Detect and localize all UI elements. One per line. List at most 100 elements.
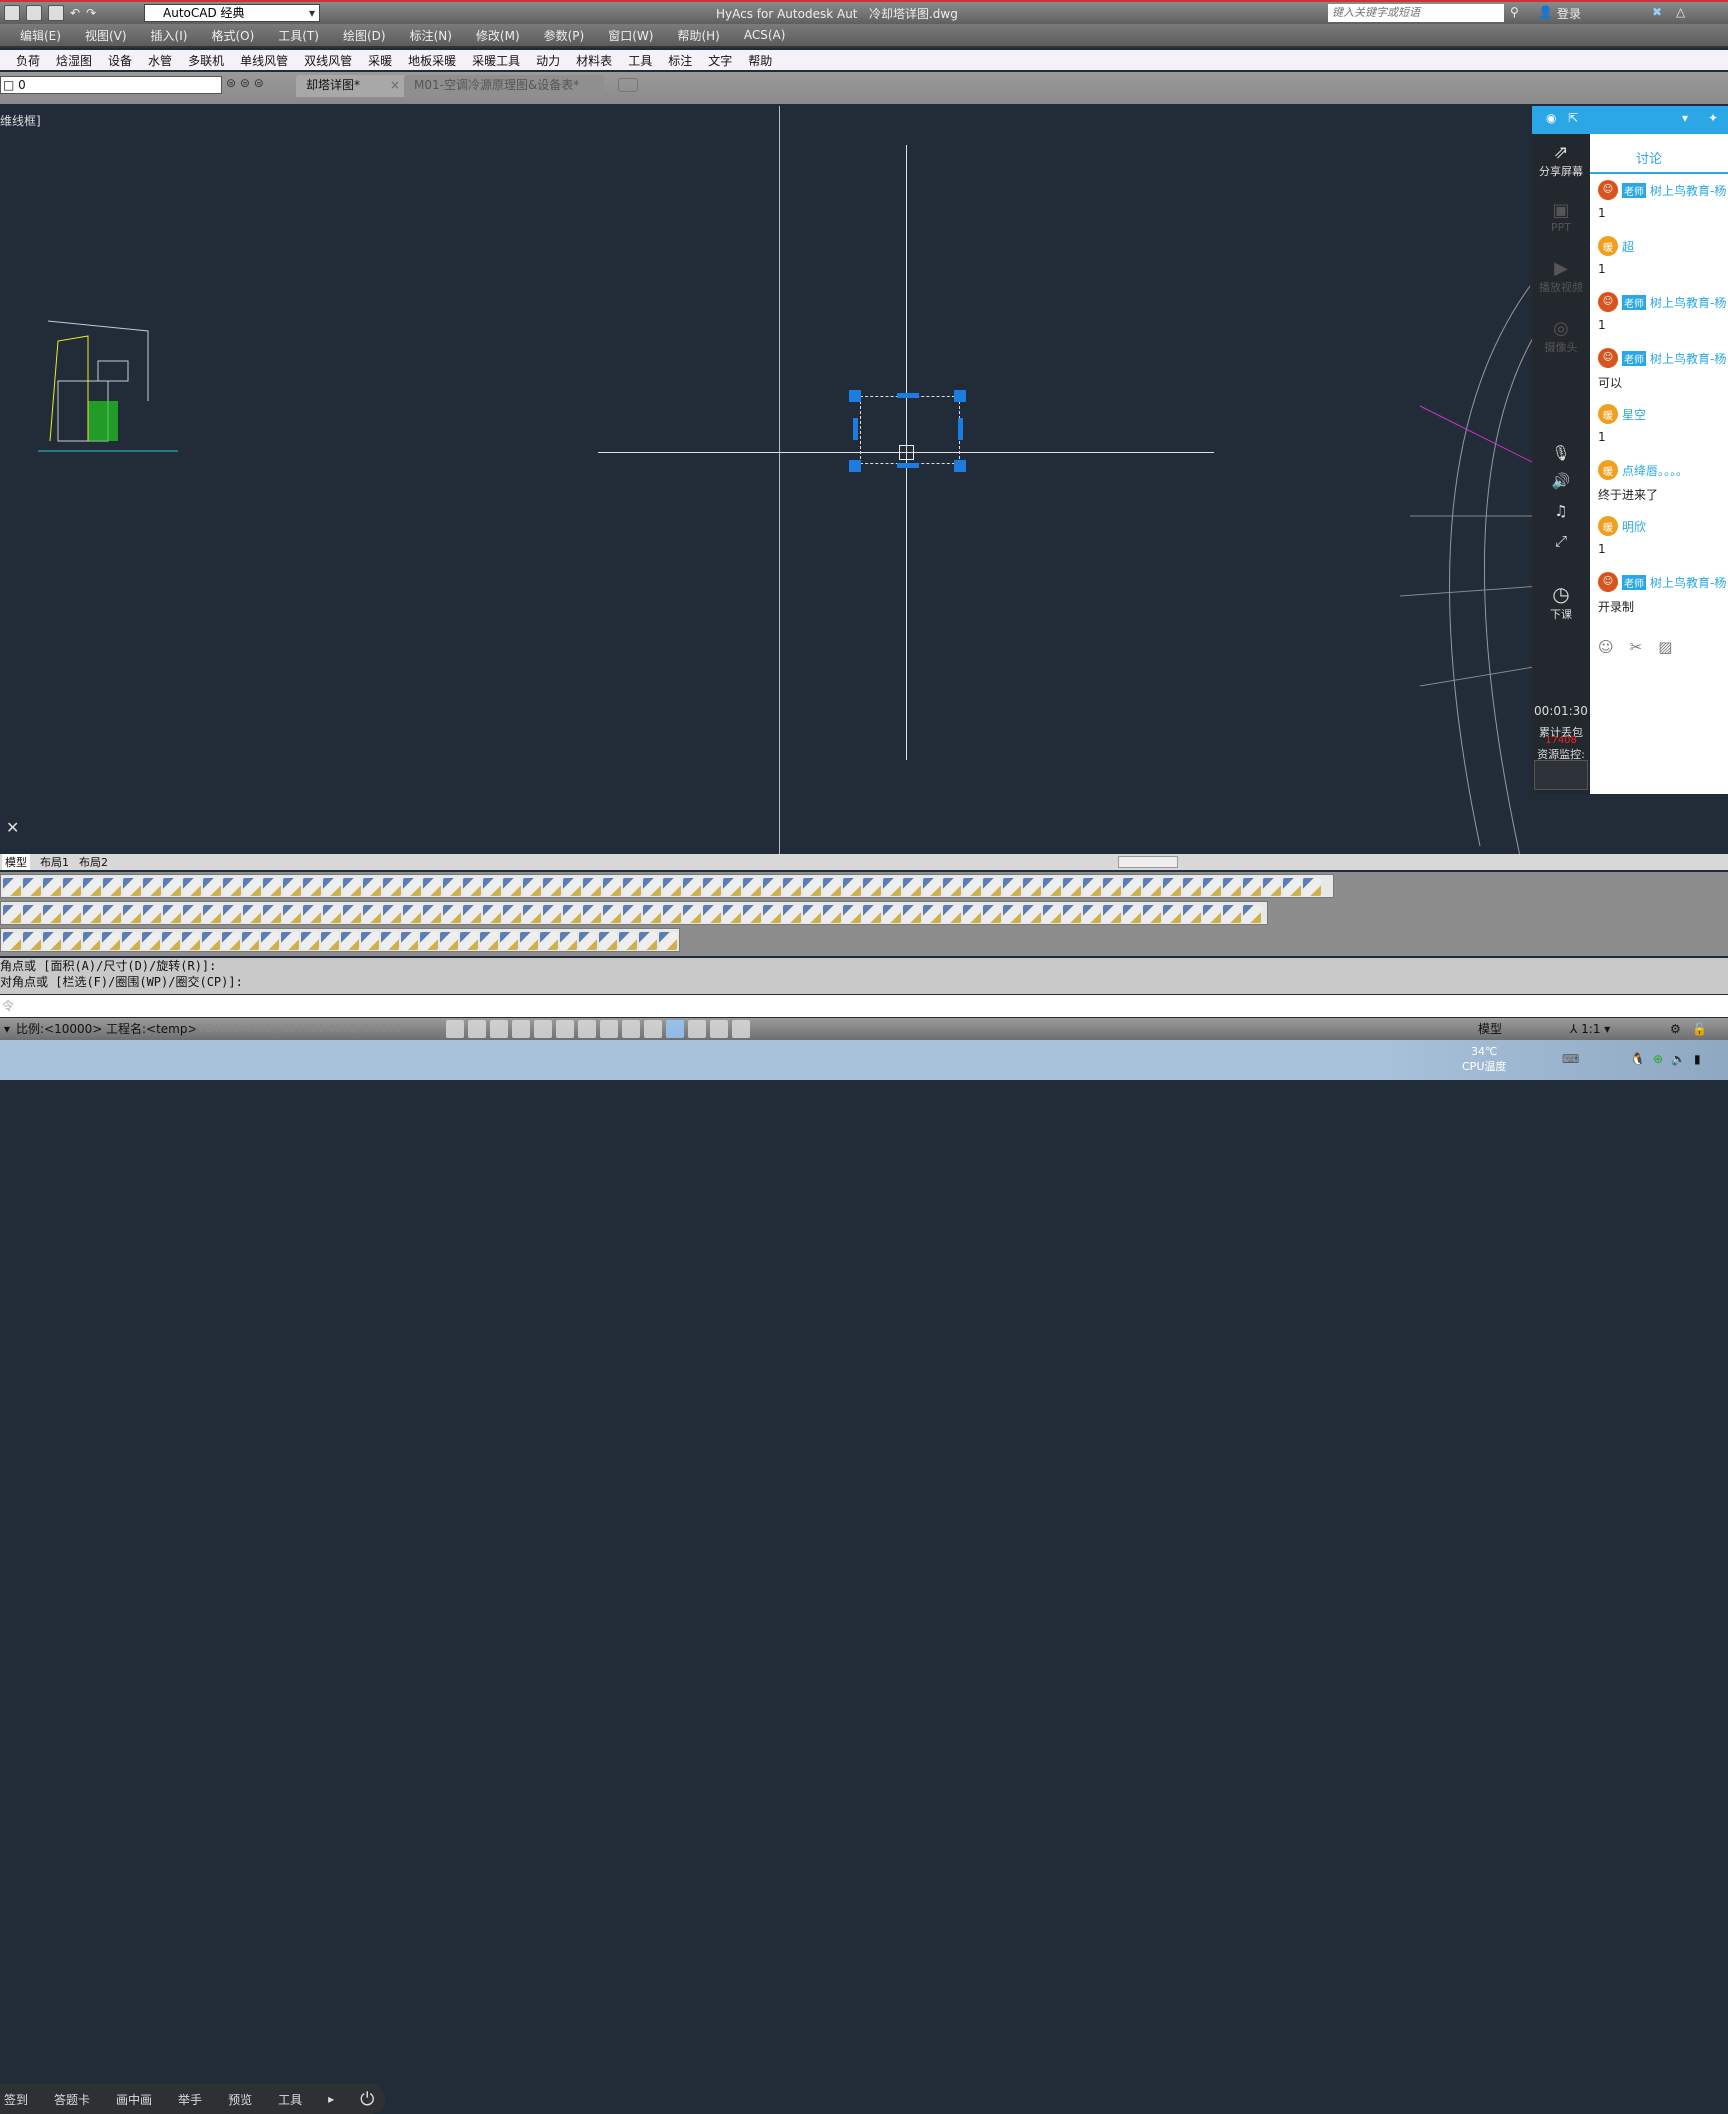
toolbar-tool-icon[interactable]: [143, 905, 161, 923]
otrack-toggle-icon[interactable]: [556, 1020, 574, 1038]
image-icon[interactable]: ▨: [1658, 638, 1672, 656]
toolbar-tool-icon[interactable]: [843, 878, 861, 896]
toolbar-tool-icon[interactable]: [1163, 878, 1181, 896]
network-icon[interactable]: ▮: [1694, 1052, 1701, 1066]
toolbar-tool-icon[interactable]: [523, 905, 541, 923]
toolbar-tool-icon[interactable]: [883, 905, 901, 923]
toolbar-tool-icon[interactable]: [263, 905, 281, 923]
toolbar-tool-icon[interactable]: [463, 905, 481, 923]
grip-bottom-mid[interactable]: [897, 463, 919, 468]
toolbar-tool-icon[interactable]: [623, 905, 641, 923]
toolbar-tool-icon[interactable]: [463, 878, 481, 896]
transparency-toggle-icon[interactable]: [644, 1020, 662, 1038]
toolbar-tool-icon[interactable]: [1203, 905, 1221, 923]
user-name[interactable]: 超: [1622, 240, 1634, 254]
toolbar-tool-icon[interactable]: [1283, 878, 1301, 896]
toolbar-tool-icon[interactable]: [579, 932, 598, 950]
toolbar-tool-icon[interactable]: [883, 878, 901, 896]
toolbar-tool-icon[interactable]: [63, 905, 81, 923]
toolbar-tool-icon[interactable]: [103, 878, 121, 896]
save-icon[interactable]: [4, 5, 20, 21]
toolbar-tool-icon[interactable]: [1263, 878, 1281, 896]
toolbar-tool-icon[interactable]: [162, 932, 180, 950]
toolbar-tool-icon[interactable]: [43, 905, 61, 923]
share-screen-button[interactable]: ⇗ 分享屏幕: [1532, 142, 1590, 179]
menu-item[interactable]: 窗口(W): [608, 27, 669, 44]
toolbar-tool-icon[interactable]: [1243, 905, 1261, 923]
toolbar-tool-icon[interactable]: [963, 905, 981, 923]
plugin-menu-item[interactable]: 地板采暖: [408, 52, 456, 69]
user-name[interactable]: 树上鸟教育-杨: [1650, 184, 1726, 198]
plugin-menu-item[interactable]: 工具: [628, 52, 652, 69]
toolbar-tool-icon[interactable]: [603, 878, 621, 896]
menu-item[interactable]: 帮助(H): [677, 27, 735, 44]
grip-top-mid[interactable]: [897, 393, 919, 398]
toolbar-tool-icon[interactable]: [923, 878, 941, 896]
toolbar-tool-icon[interactable]: [443, 905, 461, 923]
toolbar-tool-icon[interactable]: [1023, 905, 1041, 923]
grip-right-mid[interactable]: [958, 418, 963, 440]
emoji-icon[interactable]: ☺: [1598, 638, 1614, 656]
toolbar-tool-icon[interactable]: [1063, 905, 1081, 923]
toolbar-tool-icon[interactable]: [3, 905, 21, 923]
toolbar-tool-icon[interactable]: [321, 932, 339, 950]
toolbar-tool-icon[interactable]: [460, 932, 478, 950]
toolbar-tool-icon[interactable]: [823, 878, 841, 896]
toolbar-tool-icon[interactable]: [403, 905, 421, 923]
toolbar-tool-icon[interactable]: [599, 932, 618, 950]
toolbar-tool-icon[interactable]: [1243, 878, 1261, 896]
layer-tools-icon[interactable]: ⊜ ⊜ ⊜: [226, 76, 264, 90]
class-tool-button[interactable]: 签到: [4, 2091, 28, 2108]
qp-toggle-icon[interactable]: [688, 1020, 706, 1038]
toolbar-tool-icon[interactable]: [403, 878, 421, 896]
polar-toggle-icon[interactable]: [512, 1020, 530, 1038]
model-button[interactable]: 模型: [1478, 1018, 1502, 1040]
gear-icon[interactable]: ⚙: [1670, 1018, 1681, 1040]
grip-bottom-left[interactable]: [849, 460, 861, 472]
toolbar-tool-icon[interactable]: [503, 905, 521, 923]
undo-icon[interactable]: ↶: [70, 6, 80, 20]
dyn-toggle-icon[interactable]: [600, 1020, 618, 1038]
toolbar-tool-icon[interactable]: [243, 905, 261, 923]
toolbar-tool-icon[interactable]: [683, 878, 701, 896]
keyboard-icon[interactable]: ⌨: [1562, 1052, 1579, 1066]
toolbar-tool-icon[interactable]: [123, 878, 141, 896]
speaker-icon[interactable]: 🔊: [1532, 472, 1590, 490]
toolbar-tool-icon[interactable]: [1003, 878, 1021, 896]
menu-item[interactable]: 修改(M): [476, 27, 536, 44]
toolbar-tool-icon[interactable]: [943, 905, 961, 923]
toolbar-tool-icon[interactable]: [519, 932, 538, 950]
toolbar-tool-icon[interactable]: [903, 905, 921, 923]
ortho-toggle-icon[interactable]: [490, 1020, 508, 1038]
share-icon[interactable]: ⇱: [1568, 111, 1578, 125]
menu-item[interactable]: 格式(O): [211, 27, 270, 44]
end-class-button[interactable]: ◷ 下课: [1532, 582, 1590, 622]
autodesk-icon[interactable]: △: [1676, 5, 1685, 19]
toolbar-tool-icon[interactable]: [619, 932, 637, 950]
toolbar-tool-icon[interactable]: [62, 932, 81, 950]
toolbar-tool-icon[interactable]: [563, 878, 581, 896]
toolbar-tool-icon[interactable]: [703, 878, 721, 896]
ppt-button[interactable]: ▣ PPT: [1532, 200, 1590, 234]
toolbar-tool-icon[interactable]: [243, 878, 261, 896]
plugin-menu-item[interactable]: 采暖工具: [472, 52, 520, 69]
class-tool-button[interactable]: 答题卡: [54, 2091, 90, 2108]
toolbar-tool-icon[interactable]: [1223, 905, 1241, 923]
plugin-menu-item[interactable]: 负荷: [16, 52, 40, 69]
toolbar-tool-icon[interactable]: [3, 932, 21, 950]
toolbar-tool-icon[interactable]: [583, 905, 601, 923]
plus-icon[interactable]: [732, 1020, 750, 1038]
menu-item[interactable]: ACS(A): [744, 28, 802, 42]
user-name[interactable]: 点绛唇。。。。: [1622, 464, 1688, 478]
toolbar-tool-icon[interactable]: [163, 878, 181, 896]
toolbar-tool-icon[interactable]: [639, 932, 657, 950]
toolbar-tool-icon[interactable]: [483, 878, 501, 896]
plugin-menu-item[interactable]: 单线风管: [240, 52, 288, 69]
toolbar-tool-icon[interactable]: [823, 905, 841, 923]
mic-icon[interactable]: 🎙: [1532, 444, 1590, 462]
toolbar-tool-icon[interactable]: [623, 878, 641, 896]
toolbar-tool-icon[interactable]: [183, 878, 201, 896]
sc-toggle-icon[interactable]: [710, 1020, 728, 1038]
toolbar-tool-icon[interactable]: [503, 878, 521, 896]
plugin-menu-item[interactable]: 水管: [148, 52, 172, 69]
